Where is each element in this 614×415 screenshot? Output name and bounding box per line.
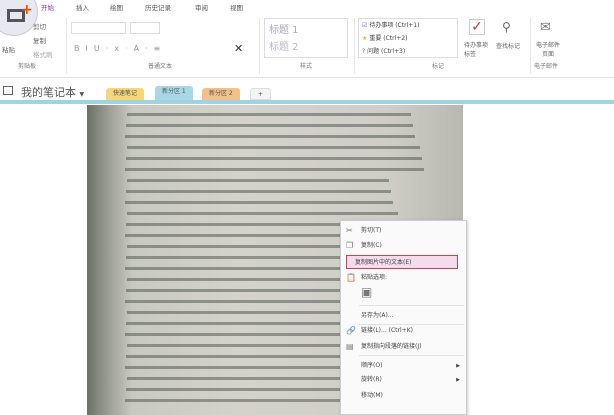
email-icon: ✉ [540,20,551,35]
context-menu-item[interactable]: ✂ 剪切(T) [341,224,466,238]
tab-view[interactable]: 视图 [230,2,243,12]
star-icon: ★ [362,35,368,42]
section-tab-1[interactable]: 新分区 1 [155,86,193,101]
context-menu-item[interactable]: 📋 粘贴选项: [341,271,466,285]
menu-separator [359,355,464,356]
tab-home[interactable]: 开始 [41,2,54,12]
menu-item-label: 剪切(T) [361,227,382,234]
text-line [126,190,391,193]
menu-item-label: 复制图片中的文本(E) [355,259,412,266]
tag-important[interactable]: ★ 重要 (Ctrl+2) [359,32,457,45]
copy-button[interactable]: 复制 [33,35,46,45]
paste-picture-icon: ▣ [361,285,373,299]
ribbon-tabs: 开始 插入 绘图 历史记录 审阅 视图 [0,0,614,14]
tags-group-label: 标记 [432,63,445,70]
menu-item-label: 粘贴选项: [361,274,388,281]
style-heading2[interactable]: 标题 2 [265,38,347,53]
context-menu-item[interactable]: ❐ 复制(C) [341,239,466,253]
menu-item-label: 另存为(A)... [361,312,394,319]
context-menu-item[interactable]: 旋转(R) ▶ [341,373,466,387]
tags-gallery[interactable]: ☑ 待办事项 (Ctrl+1) ★ 重要 (Ctrl+2) ? 问题 (Ctrl… [358,18,458,58]
text-line [126,157,422,160]
text-line [127,146,420,149]
add-section-button[interactable]: + [250,88,272,100]
text-line [127,113,411,116]
menu-separator [359,305,464,306]
paste-icon: 📋 [346,273,356,282]
text-line [127,179,389,182]
cut-button[interactable]: 剪切 [33,21,46,31]
submenu-arrow-icon: ▶ [456,363,460,369]
text-line [125,135,415,138]
context-menu-item[interactable]: 移动(M) [341,389,466,403]
context-menu-item[interactable]: ▣ [341,285,466,299]
question-icon: ? [362,48,366,55]
todo-tag-button[interactable]: 待办事项标签 [464,40,492,58]
basic-text-group-label: 普通文本 [148,63,173,70]
todo-check-icon: ✓ [469,19,485,35]
font-size-select[interactable] [130,22,160,34]
context-menu: ✂ 剪切(T) ❐ 复制(C) 复制图片中的文本(E) 📋 粘贴选项: ▣ 另存为(A)... 🔗… [340,220,467,415]
menu-item-label: 旋转(R) [361,376,382,383]
clear-format-icon[interactable]: ✕ [234,42,243,55]
submenu-arrow-icon: ▶ [456,377,460,383]
tab-draw[interactable]: 绘图 [110,2,123,12]
page-link-icon: ▤ [346,342,354,351]
context-menu-item[interactable]: 复制图片中的文本(E) [346,255,458,269]
email-page-button[interactable]: 电子邮件页面 [534,40,562,58]
menu-item-label: 移动(M) [361,392,383,399]
text-line [125,168,424,171]
notebook-dropdown[interactable]: 我的笔记本 ▼ [21,84,84,100]
context-menu-item[interactable]: 顺序(O) ▶ [341,359,466,373]
email-group-label: 电子邮件 [534,63,559,70]
find-tags-icon: ⚲ [502,20,511,34]
menu-item-label: 顺序(O) [361,362,383,369]
copy-icon: ❐ [346,241,354,250]
font-name-select[interactable] [71,22,126,34]
text-line [126,124,413,127]
context-menu-item[interactable]: 另存为(A)... [341,309,466,323]
menu-item-label: 链接(L)... (Ctrl+K) [361,327,413,334]
menu-item-label: 复制指向段落的链接(J) [361,343,422,350]
styles-group-label: 样式 [300,63,313,70]
page-divider [0,100,614,104]
styles-gallery[interactable]: 标题 1 标题 2 [264,18,348,58]
paste-button[interactable]: 粘贴 [2,44,15,54]
tab-insert[interactable]: 插入 [76,2,89,12]
plus-icon: + [21,2,33,18]
section-tab-2[interactable]: 新分区 2 [202,88,240,100]
context-menu-item[interactable]: ▤ 复制指向段落的链接(J) [341,340,466,354]
notebook-icon [3,86,13,95]
tag-question[interactable]: ? 问题 (Ctrl+3) [359,45,457,58]
section-tab-quick-notes[interactable]: 快速笔记 [106,88,145,100]
tab-history[interactable]: 历史记录 [145,2,171,12]
style-heading1[interactable]: 标题 1 [265,19,347,38]
find-tags-button[interactable]: 查找标记 [496,41,520,50]
format-painter-button[interactable]: 格式刷 [33,49,53,59]
clipboard-group-label: 剪贴板 [18,63,37,70]
cut-icon: ✂ [346,226,353,235]
menu-item-label: 复制(C) [361,242,382,249]
tag-todo[interactable]: ☑ 待办事项 (Ctrl+1) [359,19,457,32]
text-line [127,212,398,215]
tab-review[interactable]: 审阅 [195,2,208,12]
link-icon: 🔗 [346,326,356,335]
context-menu-item[interactable]: 🔗 链接(L)... (Ctrl+K) [341,324,466,338]
format-buttons[interactable]: BIU·x·A·≡ [74,44,166,53]
text-line [125,201,393,204]
checkbox-icon: ☑ [362,22,368,29]
